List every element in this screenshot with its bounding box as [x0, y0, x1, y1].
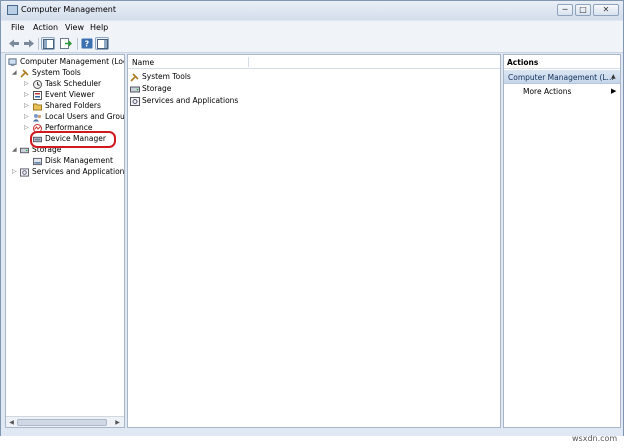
actions-section-computer-management[interactable]: Computer Management (L... ▲ [504, 70, 620, 84]
tree-item-services-and-applications[interactable]: ▷ Services and Applications [12, 167, 124, 178]
expand-arrow-icon[interactable]: ▷ [12, 168, 18, 175]
services-icon [130, 97, 140, 106]
list-item-storage[interactable]: Storage [130, 84, 330, 95]
tree-item-local-users-and-groups[interactable]: ▷ Local Users and Groups [24, 112, 124, 123]
tree-item-root[interactable]: Computer Management (Local [8, 57, 124, 68]
menu-help[interactable]: Help [90, 23, 108, 32]
more-actions-item[interactable]: More Actions ▶ [504, 86, 620, 98]
storage-icon [20, 147, 29, 154]
help-icon[interactable]: ? [80, 37, 94, 50]
collapse-arrow-icon[interactable]: ◢ [12, 146, 18, 153]
minimize-button[interactable]: ─ [557, 4, 573, 16]
clock-icon [33, 80, 42, 89]
maximize-button[interactable]: □ [575, 4, 591, 16]
computer-management-app-icon [7, 5, 18, 15]
tree-horizontal-scrollbar[interactable]: ◀ ▶ [6, 416, 124, 427]
services-icon [20, 168, 29, 177]
column-separator[interactable] [248, 57, 249, 67]
system-tools-icon [20, 69, 29, 78]
list-item-system-tools[interactable]: System Tools [130, 72, 330, 83]
storage-icon [130, 86, 140, 93]
back-arrow-icon[interactable] [7, 37, 21, 50]
actions-pane: Actions Computer Management (L... ▲ More… [503, 54, 621, 428]
tree-item-system-tools[interactable]: ◢ System Tools [12, 68, 124, 79]
close-button[interactable]: ✕ [593, 4, 619, 16]
window-title: Computer Management [21, 5, 117, 14]
toolbar-separator [77, 38, 78, 50]
tree-item-event-viewer[interactable]: ▷ Event Viewer [24, 90, 124, 101]
event-viewer-icon [33, 91, 42, 100]
tree-item-task-scheduler[interactable]: ▷ Task Scheduler [24, 79, 124, 90]
computer-management-window: Computer Management ─ □ ✕ File Action Vi… [0, 0, 624, 436]
results-pane: Name System Tools Storage Services and A… [127, 54, 501, 428]
users-icon [33, 114, 42, 122]
forward-arrow-icon[interactable] [22, 37, 36, 50]
status-bar [1, 429, 623, 436]
scroll-right-icon[interactable]: ▶ [113, 418, 122, 427]
menu-bar: File Action View Help [1, 21, 623, 35]
scroll-left-icon[interactable]: ◀ [7, 418, 16, 427]
toolbar-separator [38, 38, 39, 50]
expand-arrow-icon[interactable]: ▷ [24, 91, 30, 98]
console-tree: Computer Management (Local ◢ System Tool… [5, 54, 125, 428]
tree-item-disk-management[interactable]: Disk Management [24, 156, 124, 167]
expand-arrow-icon[interactable]: ▷ [24, 124, 30, 131]
menu-action[interactable]: Action [33, 23, 58, 32]
shared-folder-icon [33, 103, 42, 111]
tree-item-shared-folders[interactable]: ▷ Shared Folders [24, 101, 124, 112]
collapse-arrow-icon[interactable]: ◢ [12, 69, 18, 76]
expand-arrow-icon[interactable]: ▷ [24, 80, 30, 87]
menu-view[interactable]: View [65, 23, 84, 32]
expand-arrow-icon[interactable]: ▷ [24, 113, 30, 120]
export-list-icon[interactable] [59, 37, 73, 50]
collapse-section-icon[interactable]: ▲ [611, 73, 616, 80]
name-column-header[interactable]: Name [128, 55, 500, 69]
expand-arrow-icon[interactable]: ▷ [24, 102, 30, 109]
list-item-services-and-applications[interactable]: Services and Applications [130, 96, 330, 107]
submenu-arrow-icon: ▶ [611, 87, 617, 95]
watermark-text: wsxdn.com [572, 434, 618, 443]
system-tools-icon [130, 73, 139, 82]
show-hide-tree-icon[interactable] [41, 37, 55, 50]
show-hide-action-pane-icon[interactable] [95, 37, 109, 50]
disk-icon [33, 157, 42, 166]
menu-file[interactable]: File [11, 23, 24, 32]
scrollbar-thumb[interactable] [17, 419, 107, 426]
title-bar[interactable]: Computer Management ─ □ ✕ [1, 1, 623, 20]
svg-text:?: ? [85, 40, 90, 49]
device-manager-highlight-annotation [30, 131, 116, 148]
actions-header: Actions [504, 55, 620, 69]
computer-management-icon [8, 58, 17, 67]
toolbar: ? [1, 35, 623, 53]
